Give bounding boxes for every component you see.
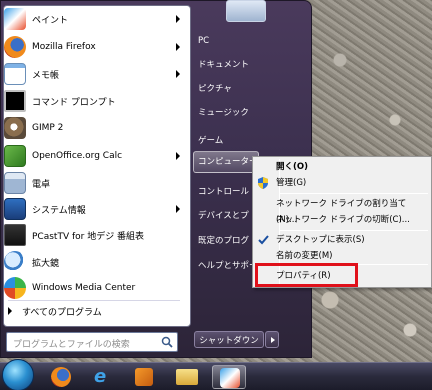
right-item-pictures[interactable]: ピクチャ (198, 80, 232, 98)
submenu-arrow-icon (176, 205, 180, 213)
notepad-icon (4, 63, 26, 85)
explorer-icon (176, 369, 198, 385)
program-media-center[interactable]: Windows Media Center (4, 275, 184, 301)
submenu-arrow-icon (176, 70, 180, 78)
right-item-control-panel[interactable]: コントロール (198, 183, 249, 201)
checkmark-icon (258, 235, 269, 245)
right-item-pc[interactable]: PC (198, 32, 209, 50)
right-item-devices[interactable]: デバイスとプ (198, 207, 249, 225)
pcasttv-icon (4, 224, 26, 246)
shutdown-button[interactable]: シャットダウン (194, 331, 264, 348)
shutdown-options-button[interactable] (265, 331, 279, 348)
program-calc[interactable]: OpenOffice.org Calc (4, 143, 184, 169)
firefox-icon (4, 36, 26, 58)
taskbar-media-player-button[interactable] (128, 365, 162, 389)
program-pcasttv[interactable]: PCastTV for 地デジ 番組表 (4, 222, 184, 248)
taskbar: e (0, 359, 432, 390)
right-item-computer[interactable]: コンピューター (198, 153, 258, 171)
search-icon (161, 336, 173, 348)
submenu-arrow-icon (176, 43, 180, 51)
properties-highlight-box (255, 263, 358, 287)
media-center-icon (4, 277, 26, 299)
ie-icon: e (94, 366, 107, 387)
paint-icon (220, 368, 240, 388)
program-system-info[interactable]: システム情報 (4, 196, 184, 222)
magnifier-icon (4, 251, 26, 273)
firefox-icon (51, 367, 71, 387)
program-paint[interactable]: ペイント (4, 6, 184, 32)
menu-item-open[interactable]: 開く(O) (276, 159, 426, 175)
start-orb[interactable] (2, 359, 34, 390)
program-notepad[interactable]: メモ帳 (4, 61, 184, 87)
separator (8, 300, 180, 301)
all-programs-button[interactable]: すべてのプログラム (8, 302, 102, 320)
menu-item-manage[interactable]: 管理(G) (276, 175, 426, 191)
system-info-icon (4, 198, 26, 220)
right-item-games[interactable]: ゲーム (198, 132, 223, 150)
menu-separator (280, 230, 428, 231)
program-calculator[interactable]: 電卓 (4, 170, 184, 196)
menu-item-map-drive[interactable]: ネットワーク ドライブの割り当て(N)... (276, 196, 426, 225)
menu-item-rename[interactable]: 名前の変更(M) (276, 248, 426, 264)
user-picture[interactable] (226, 0, 266, 22)
command-prompt-icon (4, 90, 26, 112)
calc-icon (4, 145, 26, 167)
submenu-arrow-icon (176, 15, 180, 23)
program-magnifier[interactable]: 拡大鏡 (4, 249, 184, 275)
shield-icon (258, 177, 268, 189)
right-item-music[interactable]: ミュージック (198, 104, 249, 122)
menu-item-show-on-desktop[interactable]: デスクトップに表示(S) (276, 232, 426, 248)
gimp-icon (4, 117, 26, 139)
taskbar-paint-button[interactable] (212, 365, 246, 389)
right-item-documents[interactable]: ドキュメント (198, 56, 249, 74)
taskbar-explorer-button[interactable] (170, 365, 204, 389)
media-player-icon (135, 368, 153, 386)
program-command-prompt[interactable]: コマンド プロンプト (4, 88, 184, 114)
calculator-icon (4, 172, 26, 194)
search-input[interactable]: プログラムとファイルの検索 (6, 332, 178, 352)
menu-separator (280, 193, 428, 194)
taskbar-ie-button[interactable]: e (86, 365, 120, 389)
submenu-arrow-icon (176, 152, 180, 160)
arrow-right-icon (8, 307, 12, 315)
taskbar-firefox-button[interactable] (44, 365, 78, 389)
right-item-help[interactable]: ヘルプとサポー (198, 257, 258, 275)
menu-item-disconnect-drive[interactable]: ネットワーク ドライブの切断(C)... (276, 212, 426, 228)
paint-icon (4, 8, 26, 30)
program-gimp[interactable]: GIMP 2 (4, 115, 184, 141)
program-firefox[interactable]: Mozilla Firefox (4, 34, 184, 60)
right-item-default-programs[interactable]: 既定のプログ (198, 232, 249, 250)
